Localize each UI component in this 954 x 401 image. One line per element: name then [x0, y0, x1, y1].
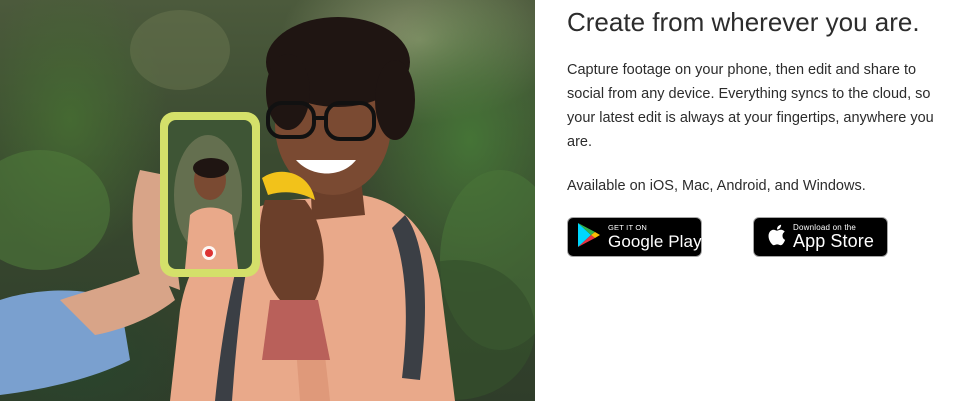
hero-photo	[0, 0, 535, 401]
google-play-big-text: Google Play	[608, 232, 702, 251]
availability-text: Available on iOS, Mac, Android, and Wind…	[567, 178, 866, 194]
google-play-small-text: GET IT ON	[608, 223, 648, 232]
app-store-badge[interactable]: Download on the App Store	[753, 217, 888, 257]
google-play-icon	[577, 222, 601, 253]
description-text: Capture footage on your phone, then edit…	[567, 62, 934, 150]
apple-icon	[766, 223, 786, 252]
photo-illustration	[0, 10, 535, 401]
app-store-big-text: App Store	[793, 231, 874, 251]
google-play-badge[interactable]: GET IT ON Google Play	[567, 217, 702, 257]
headline: Create from wherever you are.	[567, 7, 920, 37]
